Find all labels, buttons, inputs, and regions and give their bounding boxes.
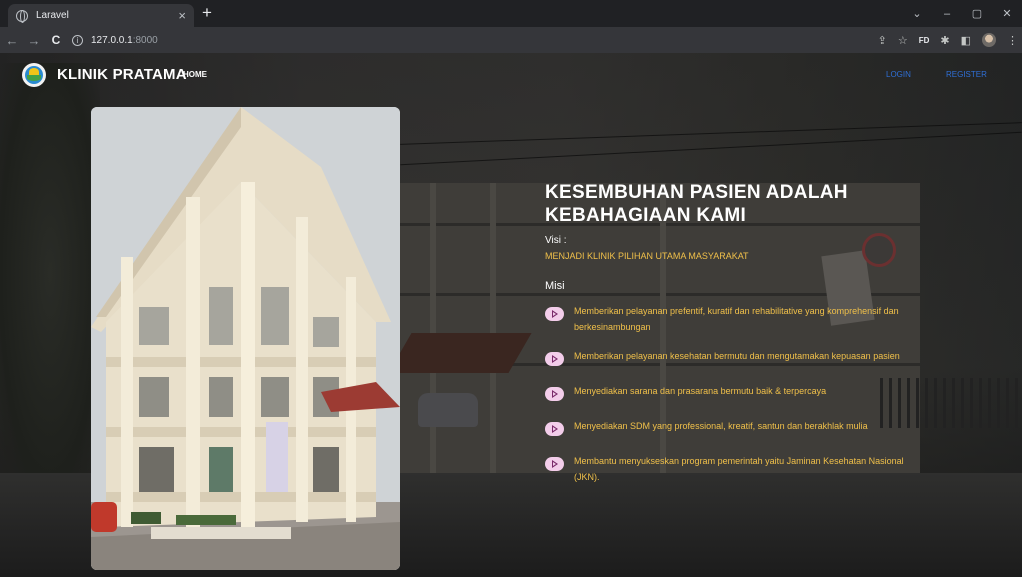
play-icon [545,422,564,436]
play-icon [545,352,564,366]
list-item: Menyediakan SDM yang professional, kreat… [545,418,905,440]
tab-search-button[interactable]: ⌄ [902,7,932,20]
extension-fd-icon[interactable]: FD [919,36,930,45]
info-icon[interactable]: i [72,34,83,46]
tab-close-button[interactable]: × [178,9,186,22]
misi-text: Membantu menyukseskan program pemerintah… [574,456,904,482]
brand-name[interactable]: KLINIK PRATAMA [57,66,187,83]
browser-tab[interactable]: Laravel × [8,4,194,27]
list-item: Memberikan pelayanan prefentif, kuratif … [545,303,905,335]
toolbar-icons: ⇪ ☆ FD ✱ ◧ ⋮ [867,27,1018,53]
list-item: Menyediakan sarana dan prasarana bermutu… [545,383,905,405]
list-item: Membantu menyukseskan program pemerintah… [545,453,905,485]
clinic-building-photo [91,107,400,570]
url-port: :8000 [132,34,158,46]
close-window-button[interactable]: ✕ [992,7,1022,20]
sidepanel-icon[interactable]: ◧ [961,34,971,47]
misi-text: Memberikan pelayanan kesehatan bermutu d… [574,351,900,361]
nav-login-link[interactable]: LOGIN [886,70,911,79]
url-host: 127.0.0.1 [91,34,133,46]
share-icon[interactable]: ⇪ [878,34,887,47]
menu-icon[interactable]: ⋮ [1007,34,1018,47]
window-controls: ⌄ – ▢ ✕ [902,0,1022,27]
hero-title: KESEMBUHAN PASIEN ADALAH KEBAHAGIAAN KAM… [545,182,848,226]
misi-text: Menyediakan SDM yang professional, kreat… [574,421,868,431]
background-round-sign [862,233,896,267]
background-roof [388,333,532,373]
extensions-icon[interactable]: ✱ [940,34,949,47]
visi-text: MENJADI KLINIK PILIHAN UTAMA MASYARAKAT [545,251,749,261]
browser-tab-bar: Laravel × + ⌄ – ▢ ✕ [0,0,1022,27]
play-icon [545,387,564,401]
misi-text: Menyediakan sarana dan prasarana bermutu… [574,386,827,396]
background-tree [0,63,100,483]
back-icon[interactable]: ← [2,33,22,48]
play-icon [545,307,564,321]
list-item: Memberikan pelayanan kesehatan bermutu d… [545,348,905,370]
forward-icon[interactable]: → [24,33,44,48]
profile-avatar[interactable] [982,33,996,47]
misi-text: Memberikan pelayanan prefentif, kuratif … [574,306,899,332]
maximize-button[interactable]: ▢ [962,7,992,20]
misi-label: Misi [545,280,565,292]
clinic-logo[interactable] [22,63,46,87]
page-viewport: KLINIK PRATAMA HOME LOGIN REGISTER KESEM… [0,53,1022,577]
site-navbar: KLINIK PRATAMA HOME LOGIN REGISTER [0,53,1022,95]
background-car [418,393,478,427]
misi-list: Memberikan pelayanan prefentif, kuratif … [545,303,905,498]
globe-icon [16,9,28,23]
browser-toolbar: ← → C i 127.0.0.1 :8000 ⇪ ☆ FD ✱ ◧ ⋮ [0,27,1022,53]
nav-register-link[interactable]: REGISTER [946,70,987,79]
nav-home-link[interactable]: HOME [183,70,207,79]
reload-icon[interactable]: C [46,33,66,47]
address-bar[interactable]: i 127.0.0.1 :8000 [72,30,852,50]
star-icon[interactable]: ☆ [898,34,908,47]
new-tab-button[interactable]: + [202,3,212,23]
visi-label: Visi : [545,235,567,246]
minimize-button[interactable]: – [932,8,962,20]
tab-title: Laravel [36,10,69,21]
play-icon [545,457,564,471]
